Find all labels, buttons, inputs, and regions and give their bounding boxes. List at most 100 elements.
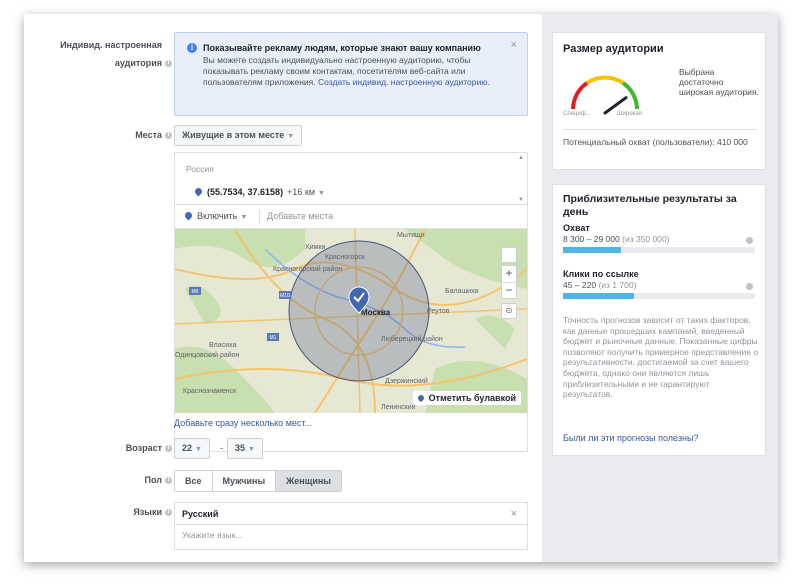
location-list-scrollbar[interactable]: ▲ ▼ — [517, 155, 525, 203]
disclaimer: Точность прогнозов зависит от таких факт… — [563, 315, 759, 400]
clicks-value-row: 45 – 220 (из 1 700) — [563, 280, 636, 290]
map-pin-icon — [193, 186, 204, 197]
potential-reach: Потенциальный охват (пользователи): 410 … — [563, 137, 748, 147]
map-center-label: Москва — [361, 308, 391, 317]
info-icon[interactable]: i — [165, 60, 172, 68]
remove-language-icon[interactable]: × — [511, 508, 517, 520]
reach-label: Охват — [563, 223, 590, 233]
selected-language: Русский — [182, 509, 219, 519]
map-label: Власиха — [209, 342, 236, 349]
bulk-locations-link[interactable]: Добавьте сразу несколько мест... — [174, 418, 312, 428]
radius-select[interactable]: +16 км ▼ — [287, 187, 325, 197]
selected-language-row: Русский × — [175, 503, 527, 525]
languages-label: Языки i — [133, 507, 172, 517]
daily-results-title: Приблизительные результаты за день — [563, 193, 737, 218]
info-icon[interactable]: i — [165, 132, 172, 140]
age-max-select[interactable]: 35 ▼ — [227, 438, 263, 459]
caret-down-icon: ▼ — [317, 190, 325, 197]
gender-label: Пол i — [145, 475, 172, 485]
map-label: Реутов — [427, 308, 450, 315]
map-label: Химки — [305, 244, 325, 251]
gender-label-text: Пол — [144, 475, 162, 485]
caret-down-icon: ▼ — [240, 214, 248, 221]
caret-down-icon: ▼ — [287, 133, 295, 140]
feedback-link[interactable]: Были ли эти прогнозы полезны? — [563, 433, 698, 443]
reach-value: 8 300 – 29 000 — [563, 234, 620, 244]
daily-results-card: Приблизительные результаты за день Охват… — [552, 184, 766, 456]
divider — [259, 210, 260, 224]
reach-bar — [563, 247, 755, 253]
create-custom-audience-link[interactable]: Создать индивид. настроенную аудиторию. — [318, 77, 490, 87]
location-point[interactable]: (55.7534, 37.6158) +16 км ▼ — [193, 186, 325, 197]
custom-audience-notice: i Показывайте рекламу людям, которые зна… — [174, 32, 528, 116]
map-label: Балашиха — [445, 288, 478, 295]
include-value: Включить — [197, 211, 238, 221]
info-icon[interactable]: i — [165, 477, 172, 485]
reach-bar-fill — [563, 247, 621, 253]
audience-panel: Индивид. настроенная аудитория i i Показы… — [24, 14, 778, 562]
clicks-bar-fill — [563, 293, 635, 299]
scroll-up-icon[interactable]: ▲ — [518, 155, 524, 161]
scroll-down-icon[interactable]: ▼ — [518, 197, 524, 203]
map-label: Одинцовский район — [175, 351, 240, 359]
clicks-label: Клики по ссылке — [563, 269, 639, 279]
info-icon[interactable]: i — [165, 445, 172, 453]
languages-label-text: Языки — [133, 507, 162, 517]
map-label: Ленинский — [381, 403, 416, 411]
reach-total: (из 350 000) — [622, 234, 670, 244]
language-input[interactable] — [182, 530, 482, 540]
radius-value: +16 км — [287, 187, 315, 197]
notice-title: Показывайте рекламу людям, которые знают… — [203, 43, 481, 53]
location-country: Россия — [186, 164, 214, 174]
clicks-total: (из 1 700) — [598, 280, 637, 290]
gender-option-all[interactable]: Все — [175, 471, 213, 491]
map-canvas: M9 M10 M1 Химки Мытищи Красногорский рай… — [175, 229, 527, 413]
age-min-select[interactable]: 22 ▼ — [174, 438, 210, 459]
map-label: Дзержинский — [385, 377, 428, 385]
gender-option-men[interactable]: Мужчины — [212, 471, 277, 491]
divider — [563, 129, 757, 130]
audience-status: Выбрана достаточно широкая аудитория. — [679, 67, 759, 97]
drop-pin-label: Отметить булавкой — [428, 393, 516, 403]
age-label: Возраст i — [126, 443, 172, 453]
info-icon[interactable] — [746, 237, 753, 244]
languages-box: Русский × — [174, 502, 528, 550]
map-label: Красногорск — [325, 254, 366, 261]
locations-label: Места i — [135, 130, 172, 140]
map-pin-icon — [416, 393, 425, 403]
location-controls: Включить ▼ Добавьте места — [175, 205, 527, 229]
drop-pin-button[interactable]: Отметить булавкой — [412, 391, 521, 405]
map-label: Мытищи — [397, 232, 425, 239]
gender-option-women[interactable]: Женщины — [276, 471, 341, 491]
road-shield-label: M9 — [192, 289, 199, 295]
age-label-text: Возраст — [125, 443, 162, 453]
include-select[interactable]: Включить ▼ — [183, 210, 248, 221]
zoom-in-button[interactable]: + — [502, 266, 516, 282]
map-expand-button[interactable] — [501, 247, 517, 263]
age-separator: - — [220, 443, 223, 453]
audience-size-title: Размер аудитории — [563, 43, 664, 55]
info-icon[interactable] — [746, 283, 753, 290]
map-zoom-controls: + − — [501, 265, 517, 299]
info-icon: i — [187, 43, 197, 53]
location-type-select[interactable]: Живущие в этом месте ▼ — [174, 125, 303, 146]
caret-down-icon: ▼ — [195, 446, 202, 453]
clicks-bar — [563, 293, 755, 299]
road-shield-label: M1 — [270, 335, 277, 341]
location-coordinates: (55.7534, 37.6158) — [207, 187, 284, 197]
gauge-left-label: Специф... — [563, 111, 591, 117]
age-min-value: 22 — [182, 443, 193, 453]
notice-body: Вы можете создать индивидуально настроен… — [203, 55, 493, 88]
location-map[interactable]: M9 M10 M1 Химки Мытищи Красногорский рай… — [175, 229, 527, 413]
zoom-out-button[interactable]: − — [502, 282, 516, 298]
add-places-input[interactable]: Добавьте места — [267, 211, 333, 221]
map-label: Люберецкий район — [381, 335, 443, 343]
location-list: Россия (55.7534, 37.6158) +16 км ▼ ▲ ▼ — [175, 153, 527, 205]
close-icon[interactable]: × — [511, 39, 517, 51]
map-label: Красногорский район — [273, 265, 342, 273]
estimates-sidebar: Размер аудитории Специф... Широкая Выбра… — [542, 14, 778, 562]
map-pin-icon — [183, 210, 194, 221]
locate-icon[interactable]: ⊙ — [501, 303, 517, 319]
reach-value-row: 8 300 – 29 000 (из 350 000) — [563, 234, 670, 244]
info-icon[interactable]: i — [165, 509, 172, 517]
